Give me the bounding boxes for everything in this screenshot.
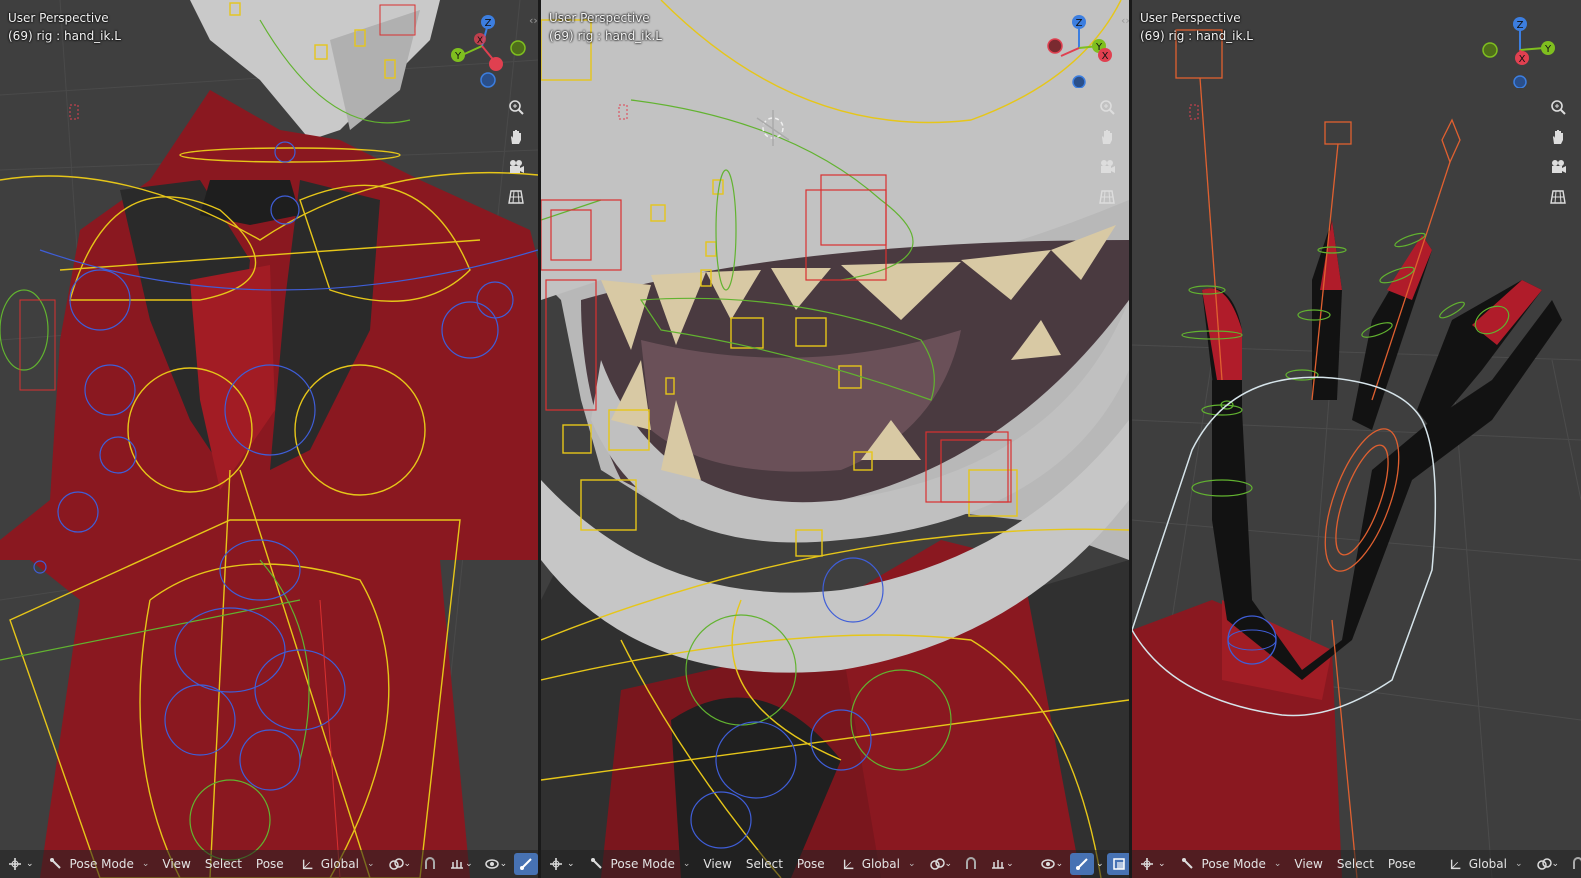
camera-icon[interactable]	[1545, 154, 1571, 180]
grid-icon[interactable]	[1545, 184, 1571, 210]
pose-mode-icon	[49, 858, 61, 869]
menu-pose[interactable]: Pose	[1381, 853, 1423, 875]
orientation-dropdown[interactable]: Global ⌄	[836, 853, 922, 875]
gizmo-y-label: Y	[454, 51, 462, 62]
viewport-header: ⌄ Pose Mode ⌄ View Select Pose Global ⌄ ⌄	[1132, 850, 1581, 878]
mode-label: Pose Mode	[1201, 857, 1266, 871]
viewport-info: User Perspective (69) rig : hand_ik.L	[1140, 9, 1253, 45]
gizmo-x-label: X	[1102, 51, 1109, 62]
pivot-icon[interactable]: ⌄	[384, 853, 416, 875]
viewport-right[interactable]: User Perspective (69) rig : hand_ik.L Z …	[1132, 0, 1581, 878]
menu-pose[interactable]: Pose	[249, 853, 291, 875]
overlay-icon[interactable]: ⌄	[1036, 853, 1068, 875]
orientation-icon	[843, 859, 854, 870]
pose-mode-icon	[1181, 858, 1193, 869]
mode-label: Pose Mode	[610, 857, 675, 871]
gizmo-z-label: Z	[1076, 18, 1083, 29]
zoom-icon[interactable]	[1094, 94, 1120, 120]
menu-view[interactable]: View	[155, 853, 197, 875]
mode-dropdown[interactable]: Pose Mode ⌄	[42, 853, 156, 875]
orientation-icon	[1450, 859, 1461, 870]
orientation-dropdown[interactable]: Global ⌄	[295, 853, 381, 875]
proportional-icon[interactable]: ⌄	[986, 853, 1018, 875]
gizmo-x-label: X	[477, 36, 483, 46]
viewport-area: User Perspective (69) rig : hand_ik.L Z …	[0, 0, 1581, 878]
area-corner-icon[interactable]: ‹›	[1121, 14, 1130, 27]
snap-icon[interactable]	[1566, 853, 1581, 875]
hand-pan-icon[interactable]	[1094, 124, 1120, 150]
pose-mode-icon	[590, 858, 602, 869]
snap-icon[interactable]	[959, 853, 983, 875]
viewport-info: User Perspective (69) rig : hand_ik.L	[8, 9, 121, 45]
viewport-header: ⌄ Pose Mode ⌄ View Select Pose Global ⌄ ⌄ …	[541, 850, 1129, 878]
camera-icon[interactable]	[503, 154, 529, 180]
xray-icon[interactable]	[514, 853, 538, 875]
menu-view[interactable]: View	[1287, 853, 1329, 875]
view-name: User Perspective	[8, 11, 109, 25]
mode-dropdown[interactable]: Pose Mode ⌄	[583, 853, 697, 875]
nav-tools	[1094, 94, 1120, 214]
menu-select[interactable]: Select	[739, 853, 790, 875]
viewport-info: User Perspective (69) rig : hand_ik.L	[549, 9, 662, 45]
orientation-label: Global	[320, 857, 359, 871]
object-interaction-icon[interactable]: ⌄	[544, 853, 579, 875]
orientation-icon	[302, 859, 313, 870]
hand-pan-icon[interactable]	[503, 124, 529, 150]
viewport-header: ⌄ Pose Mode ⌄ View Select Pose Global ⌄ ⌄ …	[0, 850, 538, 878]
menu-view[interactable]: View	[696, 853, 738, 875]
orientation-label: Global	[861, 857, 900, 871]
area-corner-icon[interactable]: ‹›	[529, 14, 538, 27]
nav-tools	[503, 94, 529, 214]
mode-dropdown[interactable]: Pose Mode ⌄	[1174, 853, 1288, 875]
view-name: User Perspective	[549, 11, 650, 25]
gizmo-z-label: Z	[485, 18, 492, 29]
gizmo-y-label: Y	[1544, 44, 1552, 55]
viewport-left[interactable]: User Perspective (69) rig : hand_ik.L Z …	[0, 0, 538, 878]
object-info: (69) rig : hand_ik.L	[8, 29, 121, 43]
grid-icon[interactable]	[503, 184, 529, 210]
navigation-gizmo[interactable]: Z Y X	[1480, 8, 1560, 88]
hand-pan-icon[interactable]	[1545, 124, 1571, 150]
mode-label: Pose Mode	[69, 857, 134, 871]
object-interaction-icon[interactable]: ⌄	[3, 853, 38, 875]
gizmo-z-label: Z	[1517, 20, 1524, 31]
navigation-gizmo[interactable]: Z Y X	[446, 8, 526, 88]
view-name: User Perspective	[1140, 11, 1241, 25]
object-interaction-icon[interactable]: ⌄	[1135, 853, 1170, 875]
proportional-icon[interactable]: ⌄	[445, 853, 477, 875]
pivot-icon[interactable]: ⌄	[925, 853, 957, 875]
object-info: (69) rig : hand_ik.L	[549, 29, 662, 43]
grid-icon[interactable]	[1094, 184, 1120, 210]
navigation-gizmo[interactable]: Z Y X	[1041, 8, 1121, 88]
zoom-icon[interactable]	[1545, 94, 1571, 120]
scene-render[interactable]	[541, 0, 1129, 878]
menu-pose[interactable]: Pose	[790, 853, 832, 875]
scene-render[interactable]	[0, 0, 538, 878]
orientation-label: Global	[1468, 857, 1507, 871]
menu-select[interactable]: Select	[1330, 853, 1381, 875]
zoom-icon[interactable]	[503, 94, 529, 120]
camera-icon[interactable]	[1094, 154, 1120, 180]
bone-overlay-icon[interactable]	[1070, 853, 1095, 875]
gizmo-x-label: X	[1519, 54, 1526, 65]
snap-icon[interactable]	[418, 853, 442, 875]
scene-render[interactable]	[1132, 0, 1581, 878]
object-info: (69) rig : hand_ik.L	[1140, 29, 1253, 43]
menu-select[interactable]: Select	[198, 853, 249, 875]
overlay-icon[interactable]: ⌄	[480, 853, 512, 875]
viewport-center[interactable]: User Perspective (69) rig : hand_ik.L Z …	[541, 0, 1129, 878]
nav-tools	[1545, 94, 1571, 214]
pivot-icon[interactable]: ⌄	[1532, 853, 1564, 875]
orientation-dropdown[interactable]: Global ⌄	[1443, 853, 1529, 875]
xray-icon[interactable]	[1106, 853, 1129, 875]
